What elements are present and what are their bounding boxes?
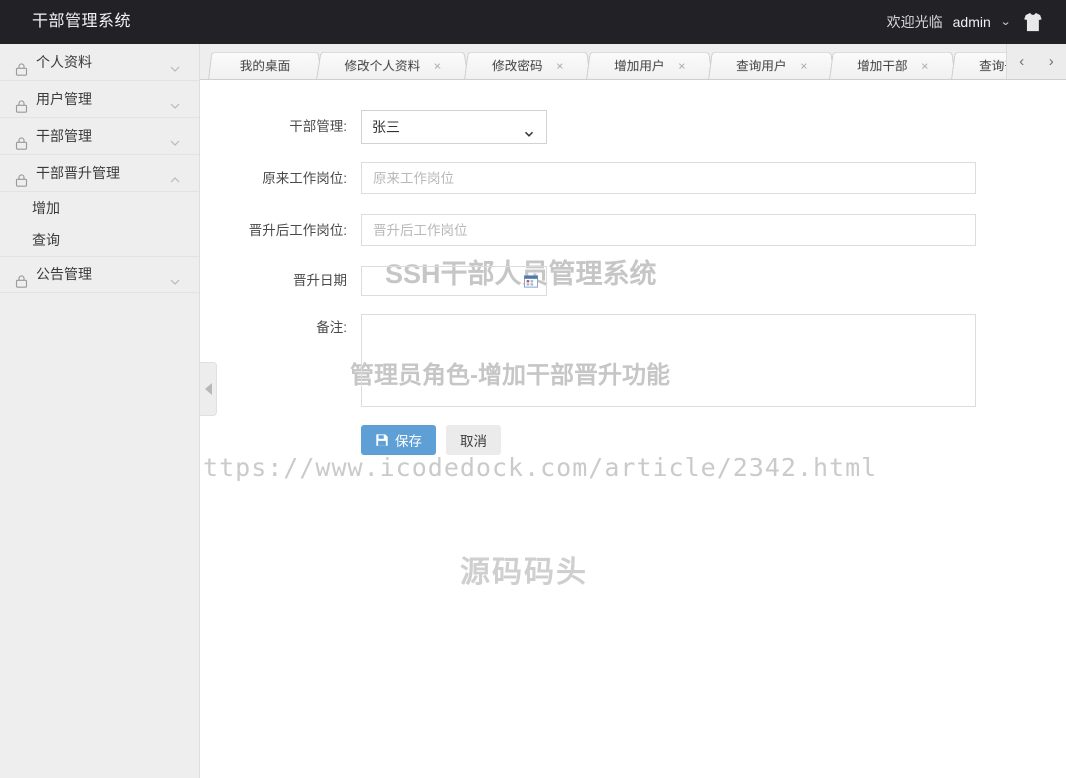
- tab-label: 查询用户: [735, 58, 787, 74]
- sidebar-item-cadre-management[interactable]: 干部管理: [0, 118, 199, 155]
- app-logo: 干部管理系统: [32, 13, 132, 30]
- sidebar-collapse-handle[interactable]: [200, 362, 217, 416]
- close-icon[interactable]: ×: [798, 52, 807, 79]
- lock-icon: [14, 128, 29, 150]
- triangle-left-icon: [204, 383, 212, 395]
- lock-icon: [14, 91, 29, 113]
- tab-query-user[interactable]: 查询用户 ×: [707, 51, 835, 79]
- tab-add-cadre[interactable]: 增加干部 ×: [829, 51, 957, 79]
- close-icon[interactable]: ×: [920, 52, 929, 79]
- cadre-select-value: 张三: [372, 119, 400, 135]
- chevron-down-icon: [167, 128, 183, 146]
- new-post-label: 晋升后工作岗位:: [248, 223, 347, 238]
- remark-label: 备注:: [316, 320, 347, 335]
- save-button-label: 保存: [395, 434, 422, 449]
- chevron-down-icon: ⌄: [999, 16, 1012, 28]
- close-icon[interactable]: ×: [555, 52, 564, 79]
- chevron-down-icon: [167, 54, 183, 72]
- tab-label: 增加用户: [613, 58, 665, 74]
- chevron-down-icon: [167, 267, 183, 285]
- form-row-promote-date: 晋升日期: [200, 266, 1066, 296]
- cadre-select[interactable]: 张三: [361, 110, 547, 144]
- sidebar-subitem-query[interactable]: 查询: [0, 224, 199, 256]
- cancel-button-label: 取消: [460, 434, 487, 449]
- username-label: admin: [952, 14, 991, 30]
- new-post-input[interactable]: [361, 214, 976, 246]
- tab-add-user[interactable]: 增加用户 ×: [585, 51, 714, 79]
- chevron-down-icon: [167, 91, 183, 109]
- form-row-old-post: 原来工作岗位:: [200, 162, 1066, 196]
- lock-icon: [14, 54, 29, 76]
- remark-textarea[interactable]: [361, 314, 976, 407]
- chevron-down-icon: [522, 120, 536, 137]
- tab-label: 修改密码: [492, 58, 543, 74]
- cadre-promotion-form: 干部管理: 张三 原来工作岗位: 晋升后工作岗位: 晋升日期: [200, 80, 1066, 455]
- sidebar-item-label: 干部管理: [36, 127, 92, 144]
- sidebar-item-user-management[interactable]: 用户管理: [0, 81, 199, 118]
- promote-date-input[interactable]: [361, 266, 547, 296]
- sidebar-item-announcement-management[interactable]: 公告管理: [0, 256, 199, 293]
- cadre-label: 干部管理:: [289, 119, 347, 134]
- sidebar-item-label: 干部晋升管理: [36, 164, 120, 181]
- form-actions: 保存 取消: [361, 425, 1066, 455]
- old-post-label: 原来工作岗位:: [262, 171, 347, 186]
- form-row-cadre: 干部管理: 张三: [200, 110, 1066, 144]
- lock-icon: [14, 266, 29, 288]
- form-row-new-post: 晋升后工作岗位:: [200, 214, 1066, 248]
- sidebar: 个人资料 用户管理 干部管理 干部晋升管理 增加 查询 公告管理: [0, 44, 200, 778]
- sidebar-subitem-add[interactable]: 增加: [0, 192, 199, 224]
- welcome-text: 欢迎光临: [886, 14, 943, 30]
- sidebar-item-label: 用户管理: [36, 90, 92, 107]
- cancel-button[interactable]: 取消: [446, 425, 501, 455]
- watermark-url: https://www.icodedock.com/article/2342.h…: [200, 453, 878, 482]
- tab-change-password[interactable]: 修改密码 ×: [464, 51, 592, 79]
- tab-scroll-left-icon[interactable]: ‹: [1013, 53, 1030, 70]
- tshirt-icon[interactable]: [1022, 11, 1044, 33]
- watermark-brand: 源码码头: [460, 556, 588, 589]
- sidebar-item-label: 个人资料: [36, 53, 92, 70]
- tab-my-desktop[interactable]: 我的桌面: [208, 51, 323, 79]
- tab-bar: 我的桌面 修改个人资料 × 修改密码 × 增加用户 × 查询用户 × 增加干部 …: [200, 44, 1066, 80]
- tab-scroll-controls: ‹ ›: [1006, 44, 1066, 79]
- tab-label: 修改个人资料: [344, 58, 421, 74]
- app-header: 干部管理系统 欢迎光临 admin ⌄: [0, 0, 1066, 44]
- sidebar-item-personal-info[interactable]: 个人资料: [0, 44, 199, 81]
- sidebar-item-label: 公告管理: [36, 266, 92, 282]
- content-panel: SSH干部人员管理系统 管理员角色-增加干部晋升功能 https://www.i…: [200, 80, 1066, 778]
- tab-scroll-right-icon[interactable]: ›: [1043, 53, 1060, 70]
- promote-date-label: 晋升日期: [293, 273, 347, 288]
- save-button[interactable]: 保存: [361, 425, 436, 455]
- close-icon[interactable]: ×: [433, 52, 443, 79]
- lock-icon: [14, 165, 29, 187]
- sidebar-item-cadre-promotion-management[interactable]: 干部晋升管理: [0, 155, 199, 192]
- tab-label: 增加干部: [857, 58, 908, 74]
- user-menu[interactable]: 欢迎光临 admin ⌄: [886, 0, 1012, 44]
- tab-edit-profile[interactable]: 修改个人资料 ×: [316, 51, 470, 79]
- tab-strip: 我的桌面 修改个人资料 × 修改密码 × 增加用户 × 查询用户 × 增加干部 …: [208, 44, 1066, 79]
- calendar-icon[interactable]: [524, 274, 538, 288]
- tab-label: 我的桌面: [239, 58, 291, 74]
- close-icon[interactable]: ×: [677, 52, 686, 79]
- old-post-input[interactable]: [361, 162, 976, 194]
- save-icon: [375, 433, 389, 447]
- chevron-up-icon: [167, 165, 183, 183]
- form-row-remark: 备注:: [200, 314, 1066, 407]
